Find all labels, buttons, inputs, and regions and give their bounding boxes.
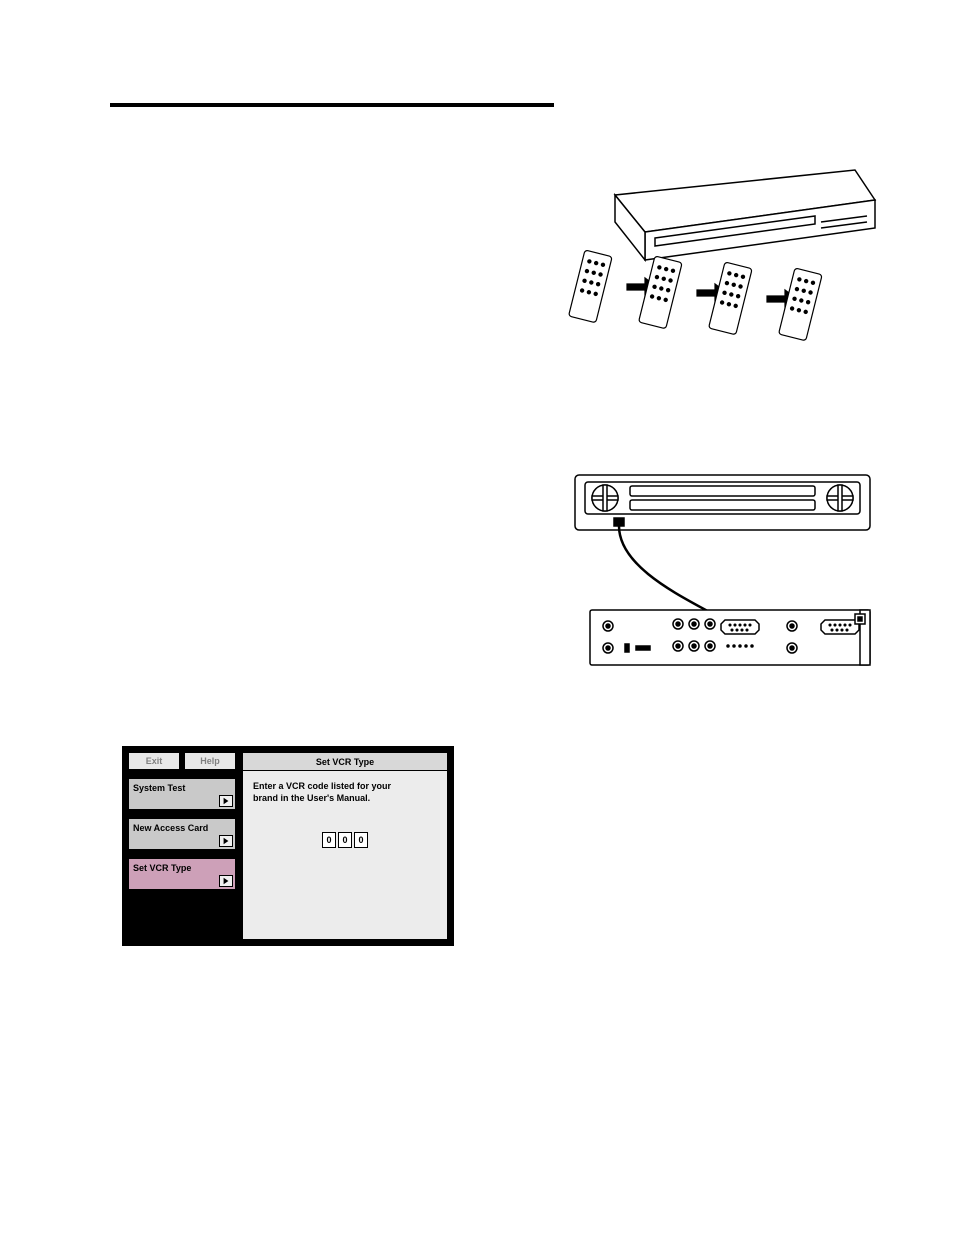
vcr-backpanel-figure [570,470,875,690]
help-button[interactable]: Help [184,752,236,770]
exit-button[interactable]: Exit [128,752,180,770]
panel-instruction-line: Enter a VCR code listed for your [253,781,437,793]
chevron-right-icon [219,835,233,847]
osd-detail-panel: Set VCR Type Enter a VCR code listed for… [242,752,448,940]
menu-item-label: Set VCR Type [133,863,191,873]
chevron-right-icon [219,875,233,887]
menu-item-label: New Access Card [133,823,208,833]
horizontal-rule [110,103,554,107]
digit-box[interactable]: 0 [338,832,352,848]
digit-box[interactable]: 0 [354,832,368,848]
menu-item-new-access-card[interactable]: New Access Card [128,818,236,850]
menu-item-label: System Test [133,783,185,793]
panel-title: Set VCR Type [243,753,447,771]
set-vcr-type-screen: Exit Help System Test New Access Card Se… [122,746,454,946]
chevron-right-icon [219,795,233,807]
menu-item-set-vcr-type[interactable]: Set VCR Type [128,858,236,890]
panel-instruction-line: brand in the User's Manual. [253,793,437,805]
osd-left-column: Exit Help System Test New Access Card Se… [128,752,236,940]
vcr-code-input[interactable]: 0 0 0 [253,832,437,848]
receiver-remotes-figure [555,160,885,360]
menu-item-system-test[interactable]: System Test [128,778,236,810]
digit-box[interactable]: 0 [322,832,336,848]
